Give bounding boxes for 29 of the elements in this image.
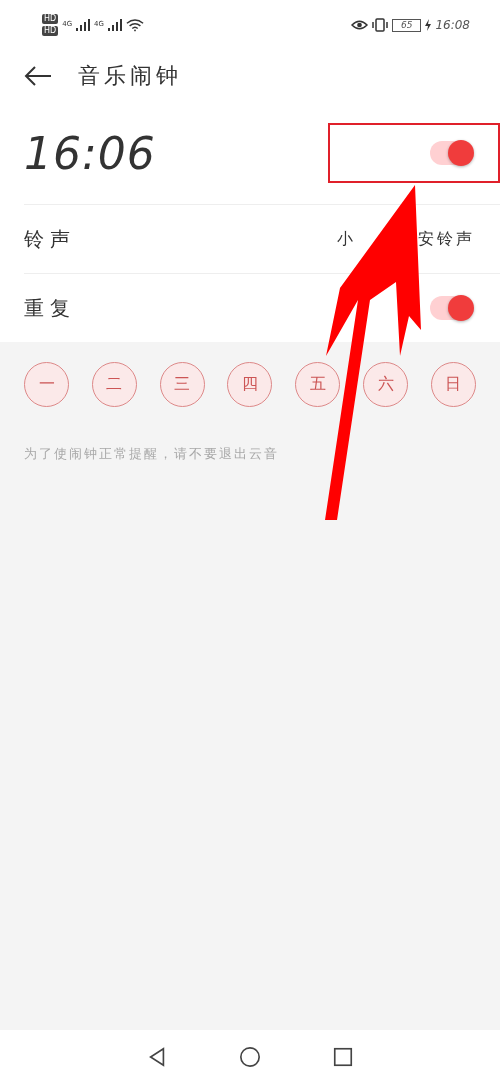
ringtone-value[interactable]: 小 (337, 228, 356, 250)
alarm-time: 16:06 (24, 127, 156, 179)
recents-nav-icon[interactable] (332, 1046, 355, 1068)
weekday-button[interactable]: 五 (295, 362, 341, 407)
hd-indicator: HD (42, 14, 59, 24)
signal-icon (76, 19, 91, 31)
ringtone-label: 铃声 (24, 225, 76, 253)
repeat-label: 重复 (24, 294, 76, 322)
battery-level: 65 (391, 18, 422, 32)
vibrate-icon (371, 18, 388, 32)
hd-indicator: HD (42, 26, 59, 36)
eye-icon (350, 19, 368, 31)
status-time: 16:08 (435, 18, 470, 32)
weekday-button[interactable]: 三 (159, 362, 205, 407)
hint-text: 为了使闹钟正常提醒，请不要退出云音 (24, 445, 280, 463)
ringtone-value[interactable]: 安铃声 (418, 228, 475, 250)
weekday-button[interactable]: 二 (91, 362, 137, 407)
repeat-toggle[interactable] (430, 296, 472, 320)
home-nav-icon[interactable] (239, 1046, 261, 1068)
weekday-button[interactable]: 六 (363, 362, 409, 407)
back-icon[interactable] (24, 65, 52, 87)
weekday-button[interactable]: 日 (430, 362, 476, 407)
wifi-icon (125, 18, 144, 32)
signal-icon (107, 19, 122, 31)
alarm-toggle[interactable] (430, 141, 472, 165)
page-title: 音乐闹钟 (78, 62, 182, 90)
weekday-button[interactable]: 四 (227, 362, 273, 407)
charging-icon (425, 19, 432, 31)
weekday-button[interactable]: 一 (24, 362, 69, 407)
